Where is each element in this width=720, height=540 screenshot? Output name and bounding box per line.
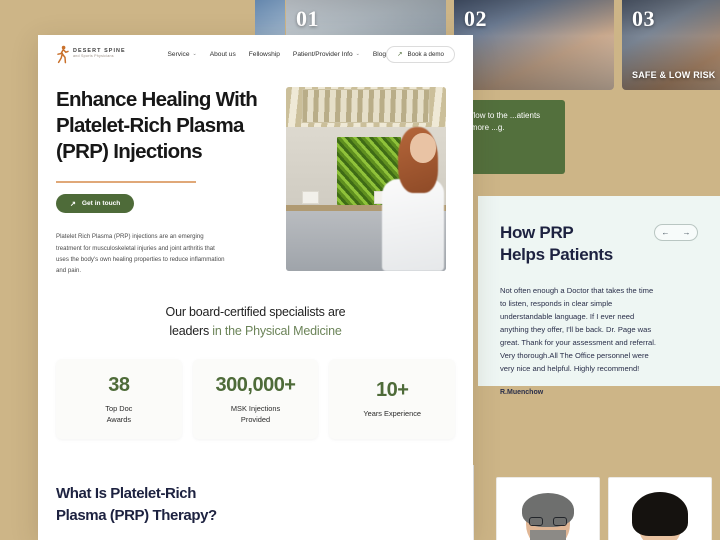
benefit-card-caption: SAFE & LOW RISK (632, 69, 716, 80)
page-title: Enhance Healing With Platelet-Rich Plasm… (56, 88, 258, 163)
nav-label: Patient/Provider Info (292, 50, 353, 58)
nav-label: Fellowship (248, 50, 280, 58)
nav-label: About us (209, 50, 236, 58)
stat-label-line1: MSK Injections (230, 403, 281, 413)
avatar (515, 493, 581, 540)
website-preview-panel: DESERT SPINE and Sports Physicians Servi… (38, 35, 473, 540)
specialists-line2-dark: leaders (169, 323, 210, 338)
benefit-card[interactable]: 02 (454, 0, 614, 90)
doctor-portrait-card[interactable] (608, 477, 712, 540)
benefit-card-number: 03 (632, 6, 655, 31)
lamp-shape (302, 191, 319, 204)
specialists-section: Our board-certified specialists are lead… (38, 303, 473, 342)
stat-label-line1: Years Experience (363, 409, 421, 419)
ceiling-panel-shape (302, 89, 430, 123)
mockup-stage: 01 02 03 SAFE & LOW RISK 04 LASTING RESU… (0, 0, 720, 540)
benefit-card[interactable]: 03 SAFE & LOW RISK (622, 0, 720, 90)
stats-row: 38 Top Doc Awards 300,000+ MSK Injection… (38, 359, 473, 440)
stat-label-line2: Awards (106, 414, 132, 424)
specialists-line2-green: in the Physical Medicine (209, 323, 342, 338)
specialists-line1: Our board-certified specialists are (165, 304, 346, 319)
face-shape (522, 493, 574, 540)
prp-explainer-section: What Is Platelet-Rich Plasma (PRP) Thera… (38, 483, 473, 527)
get-in-touch-label: Get in touch (81, 200, 121, 208)
hero-section: Enhance Healing With Platelet-Rich Plasm… (38, 73, 473, 277)
stat-label-line1: Top Doc (105, 403, 133, 413)
nav-item-patient-provider-info[interactable]: Patient/Provider Info ⌄ (293, 51, 360, 58)
prev-arrow-icon[interactable]: ← (662, 228, 670, 237)
stat-label-line2: Provided (240, 414, 271, 424)
stat-label: MSK Injections Provided (231, 403, 280, 425)
hero-content: Enhance Healing With Platelet-Rich Plasm… (56, 87, 274, 277)
section-heading: What Is Platelet-Rich Plasma (PRP) Thera… (56, 485, 217, 525)
logo-tagline: and Sports Physicians (73, 54, 114, 59)
testimonial-panel: How PRP Helps Patients ← → Not often eno… (478, 196, 720, 396)
hair-shape (632, 492, 688, 536)
hero-image (286, 87, 446, 271)
arrow-up-right-icon: ↗ (70, 200, 76, 208)
arrow-up-right-icon: ↗ (397, 51, 403, 58)
next-arrow-icon[interactable]: → (683, 228, 691, 237)
stat-label: Top Doc Awards (105, 403, 132, 425)
nav-item-service[interactable]: Service ⌄ (168, 51, 197, 58)
stat-value: 300,000+ (215, 373, 296, 396)
chevron-down-icon[interactable]: ⌄ (193, 51, 197, 57)
testimonial-quote: Not often enough a Doctor that takes the… (500, 285, 657, 373)
benefit-card-number: 01 (296, 6, 319, 31)
nav-label: Service (167, 50, 190, 58)
chevron-down-icon[interactable]: ⌄ (356, 51, 360, 57)
site-header: DESERT SPINE and Sports Physicians Servi… (38, 35, 473, 73)
get-in-touch-button[interactable]: ↗ Get in touch (56, 194, 135, 214)
stat-value: 10+ (375, 379, 409, 402)
book-a-demo-label: Book a demo (407, 50, 444, 58)
logo-text: DESERT SPINE and Sports Physicians (73, 48, 126, 60)
glasses-icon (529, 517, 567, 526)
stat-card-top-doc-awards: 38 Top Doc Awards (56, 359, 182, 440)
book-a-demo-button[interactable]: ↗ Book a demo (386, 45, 455, 63)
face-shape (632, 492, 688, 540)
divider (56, 181, 196, 183)
stat-card-years-experience: 10+ Years Experience (329, 359, 456, 440)
site-logo[interactable]: DESERT SPINE and Sports Physicians (56, 45, 142, 64)
hero-paragraph: Platelet Rich Plasma (PRP) injections ar… (56, 233, 225, 275)
stat-value: 38 (108, 373, 130, 396)
nav-label: Blog (372, 50, 387, 58)
nav-item-about-us[interactable]: About us (210, 51, 236, 58)
testimonial-heading-line2: Helps Patients (500, 244, 613, 264)
nav-item-fellowship[interactable]: Fellowship (249, 51, 280, 58)
benefit-card-number: 02 (464, 6, 487, 31)
face-shape (410, 133, 436, 163)
stat-label: Years Experience (363, 408, 421, 419)
stat-card-msk-injections: 300,000+ MSK Injections Provided (192, 359, 319, 440)
nav-item-blog[interactable]: Blog (373, 51, 386, 58)
testimonial-carousel-nav[interactable]: ← → (654, 224, 698, 241)
doctor-portrait-card[interactable] (496, 477, 600, 540)
testimonial-heading-line1: How PRP (500, 223, 574, 242)
beard-shape (530, 530, 566, 540)
person-shape (380, 121, 444, 271)
specialists-heading: Our board-certified specialists are lead… (78, 303, 433, 342)
runner-icon (56, 45, 69, 64)
testimonial-author: R.Muenchow (500, 388, 544, 396)
main-nav: Service ⌄ About us Fellowship Patient/Pr… (168, 51, 387, 58)
avatar (627, 492, 693, 540)
